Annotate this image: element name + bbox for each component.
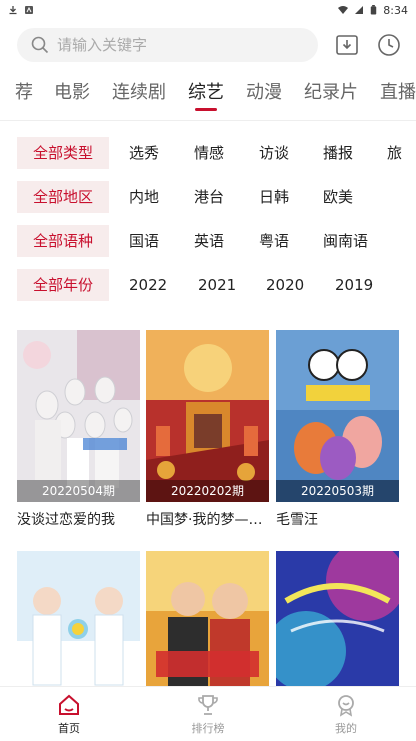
status-right: 8:34 — [338, 4, 408, 17]
poster-image[interactable]: 20220504期 — [17, 330, 140, 502]
nav-home[interactable]: 首页 — [39, 693, 99, 736]
search-box[interactable] — [17, 28, 319, 62]
status-time: 8:34 — [383, 3, 408, 17]
tab-series[interactable]: 连续剧 — [112, 78, 166, 104]
poster-image[interactable]: 20220503期 — [276, 330, 399, 502]
filter-region-all[interactable]: 全部地区 — [17, 181, 110, 213]
status-left — [8, 5, 34, 15]
download-icon — [336, 35, 358, 55]
filter-language-option[interactable]: 国语 — [129, 225, 159, 257]
video-card[interactable]: 20220503期 毛雪汪 — [276, 330, 399, 529]
nav-mine-label: 我的 — [335, 722, 357, 735]
filter-type-option[interactable]: 情感 — [194, 137, 224, 169]
download-button[interactable] — [334, 32, 360, 58]
search-row — [17, 27, 402, 63]
filter-type-option[interactable]: 选秀 — [129, 137, 159, 169]
card-title[interactable]: 没谈过恋爱的我 — [17, 509, 140, 529]
profile-icon — [338, 695, 354, 717]
poster-art — [146, 551, 269, 691]
filter-row-type: 全部类型 选秀 情感 访谈 播报 旅 — [17, 137, 416, 169]
tab-movie[interactable]: 电影 — [54, 78, 90, 104]
search-icon — [31, 36, 49, 54]
filter-year-option[interactable]: 2019 — [335, 269, 373, 301]
filter-region-option[interactable]: 港台 — [194, 181, 224, 213]
tab-recommend[interactable]: 荐 — [15, 78, 33, 104]
filter-region-option[interactable]: 日韩 — [259, 181, 289, 213]
filter-language-option[interactable]: 粤语 — [259, 225, 289, 257]
filter-year-option[interactable]: 2021 — [198, 269, 236, 301]
bottom-nav: 首页 排行榜 我的 — [0, 686, 416, 741]
filter-year-option[interactable]: 2022 — [129, 269, 167, 301]
filter-language-option[interactable]: 英语 — [194, 225, 224, 257]
card-title[interactable]: 中国梦·我的梦—… — [146, 509, 269, 529]
poster-art — [276, 330, 399, 502]
nav-ranking[interactable]: 排行榜 — [178, 693, 238, 736]
poster-art — [17, 330, 140, 502]
download-notification-icon — [9, 6, 17, 15]
home-icon — [59, 694, 79, 715]
filter-row-language: 全部语种 国语 英语 粤语 闽南语 — [17, 225, 416, 257]
video-card[interactable] — [276, 551, 399, 691]
filter-year-option[interactable]: 2020 — [266, 269, 304, 301]
card-title[interactable]: 毛雪汪 — [276, 509, 399, 529]
poster-art — [146, 330, 269, 502]
video-card[interactable] — [17, 551, 140, 691]
poster-image[interactable] — [146, 551, 269, 691]
filter-language-all[interactable]: 全部语种 — [17, 225, 110, 257]
video-card[interactable] — [146, 551, 269, 691]
filter-type-all[interactable]: 全部类型 — [17, 137, 110, 169]
episode-badge: 20220202期 — [146, 480, 269, 502]
filter-region-option[interactable]: 欧美 — [323, 181, 353, 213]
tab-active-indicator — [195, 108, 217, 111]
battery-icon — [371, 5, 377, 15]
poster-image[interactable] — [17, 551, 140, 691]
poster-art — [17, 551, 140, 691]
filter-language-option[interactable]: 闽南语 — [323, 225, 368, 257]
trophy-icon — [198, 695, 218, 715]
filter-row-year: 全部年份 2022 2021 2020 2019 — [17, 269, 416, 301]
filter-type-option[interactable]: 访谈 — [259, 137, 289, 169]
app-notification-icon — [25, 6, 33, 14]
status-bar: 8:34 — [0, 0, 416, 20]
filter-year-all[interactable]: 全部年份 — [17, 269, 110, 301]
poster-image[interactable]: 20220202期 — [146, 330, 269, 502]
signal-icon — [355, 6, 364, 14]
video-card[interactable]: 20220504期 没谈过恋爱的我 — [17, 330, 140, 529]
tab-documentary[interactable]: 纪录片 — [304, 78, 358, 104]
nav-home-label: 首页 — [58, 722, 80, 735]
filter-type-option[interactable]: 旅 — [387, 137, 402, 169]
poster-image[interactable] — [276, 551, 399, 691]
poster-art — [276, 551, 399, 691]
episode-badge: 20220504期 — [17, 480, 140, 502]
video-card[interactable]: 20220202期 中国梦·我的梦—… — [146, 330, 269, 529]
tabs-divider — [0, 120, 416, 121]
filter-row-region: 全部地区 内地 港台 日韩 欧美 — [17, 181, 416, 213]
nav-ranking-label: 排行榜 — [191, 722, 225, 735]
episode-badge: 20220503期 — [276, 480, 399, 502]
history-button[interactable] — [376, 32, 402, 58]
history-clock-icon — [378, 34, 400, 56]
nav-mine[interactable]: 我的 — [316, 693, 376, 736]
category-tabs: 荐 电影 连续剧 综艺 动漫 纪录片 直播 — [0, 78, 416, 118]
tab-anime[interactable]: 动漫 — [246, 78, 282, 104]
search-input[interactable] — [57, 36, 277, 54]
tab-variety[interactable]: 综艺 — [188, 78, 224, 104]
wifi-icon — [338, 6, 349, 14]
filter-type-option[interactable]: 播报 — [323, 137, 353, 169]
filter-region-option[interactable]: 内地 — [129, 181, 159, 213]
tab-live[interactable]: 直播 — [380, 78, 416, 104]
